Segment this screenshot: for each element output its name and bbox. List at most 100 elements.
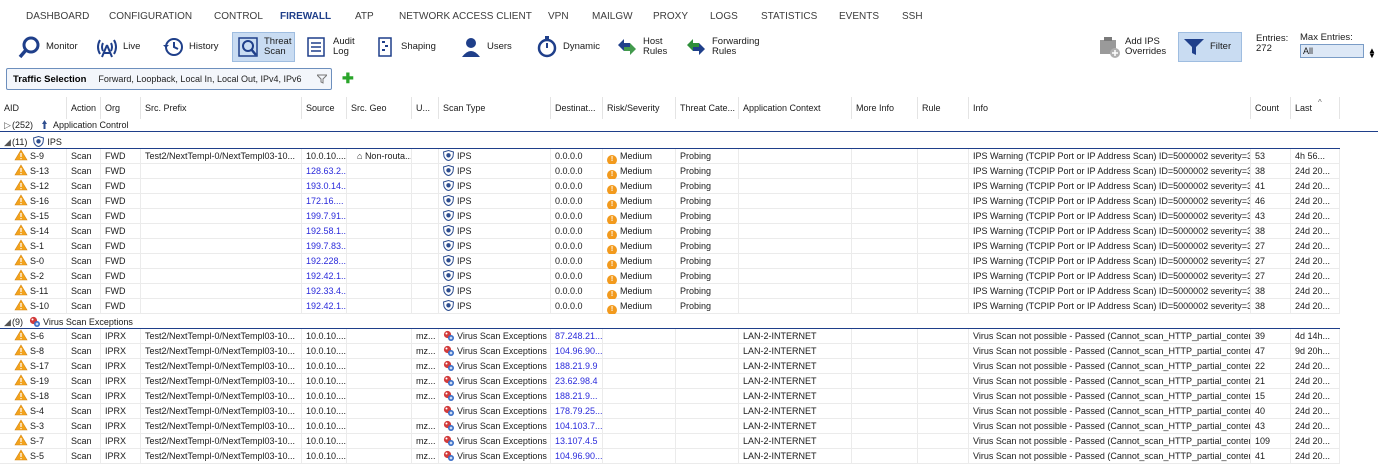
- cell-rule: [918, 239, 969, 254]
- table-row[interactable]: S-5 Scan IPRX Test2/NextTempl-0/NextTempl03…: [0, 449, 1340, 464]
- column-header-risk[interactable]: Risk/Severity: [603, 97, 676, 119]
- menu-dashboard[interactable]: DASHBOARD: [26, 11, 89, 22]
- table-row[interactable]: S-2 Scan FWD 192.42.1... IPS 0.0.0.0! Medium Pr…: [0, 269, 1340, 284]
- host-rules-button[interactable]: Host Rules: [612, 32, 670, 62]
- cell-app: LAN-2-INTERNET: [739, 374, 852, 389]
- column-header-u[interactable]: U...: [412, 97, 439, 119]
- cell-aid: S-18: [0, 389, 67, 404]
- column-header-source[interactable]: Source: [302, 97, 347, 119]
- table-row[interactable]: S-16 Scan FWD 172.16.... IPS 0.0.0.0! Medium Pr…: [0, 194, 1340, 209]
- table-row[interactable]: S-14 Scan FWD 192.58.1... IPS 0.0.0.0! Medium P…: [0, 224, 1340, 239]
- cell-geo-text: Non-routa...: [364, 151, 412, 161]
- audit-log-button[interactable]: Audit Log: [302, 32, 358, 62]
- cell-scan: Virus Scan Exceptions: [439, 419, 551, 434]
- cell-app-text: LAN-2-INTERNET: [743, 346, 817, 356]
- column-header-org[interactable]: Org: [101, 97, 141, 119]
- table-row[interactable]: S-18 Scan IPRX Test2/NextTempl-0/NextTempl0…: [0, 389, 1340, 404]
- column-header-geo[interactable]: Src. Geo: [347, 97, 412, 119]
- cell-scan: IPS: [439, 164, 551, 179]
- cell-prefix: Test2/NextTempl-0/NextTempl03-10...: [141, 344, 302, 359]
- table-row[interactable]: S-3 Scan IPRX Test2/NextTempl-0/NextTempl03…: [0, 419, 1340, 434]
- cell-count-text: 46: [1255, 196, 1266, 206]
- table-row[interactable]: S-15 Scan FWD 199.7.91... IPS 0.0.0.0! Medium P…: [0, 209, 1340, 224]
- column-header-threat[interactable]: Threat Cate...: [676, 97, 739, 119]
- table-row[interactable]: S-0 Scan FWD 192.228.... IPS 0.0.0.0! Medium Pr…: [0, 254, 1340, 269]
- menu-logs[interactable]: LOGS: [710, 11, 738, 22]
- cell-action: Scan: [67, 449, 101, 464]
- cell-scan: Virus Scan Exceptions: [439, 374, 551, 389]
- column-header-info[interactable]: Info: [969, 97, 1251, 119]
- cell-last-text: 24d 20...: [1295, 256, 1331, 266]
- stopwatch-icon: [535, 35, 559, 59]
- live-button[interactable]: Live: [92, 32, 143, 62]
- threat-scan-button[interactable]: Threat Scan: [232, 32, 296, 62]
- menu-mailgw[interactable]: MAILGW: [592, 11, 633, 22]
- max-entries-spinner[interactable]: ▲ ▼: [1368, 47, 1376, 60]
- cell-last: 24d 20...: [1291, 269, 1340, 284]
- cell-source: 10.0.10....: [302, 329, 347, 344]
- table-row[interactable]: S-4 Scan IPRX Test2/NextTempl-0/NextTempl03…: [0, 404, 1340, 419]
- menu-vpn[interactable]: VPN: [548, 11, 569, 22]
- menu-events[interactable]: EVENTS: [839, 11, 879, 22]
- cell-source: 10.0.10....: [302, 149, 347, 164]
- menu-ssh[interactable]: SSH: [902, 11, 923, 22]
- traffic-selection[interactable]: Traffic Selection Forward, Loopback, Loc…: [6, 68, 332, 90]
- cell-source: 10.0.10....: [302, 344, 347, 359]
- table-row[interactable]: S-10 Scan FWD 192.42.1... IPS 0.0.0.0! Medium P…: [0, 299, 1340, 314]
- column-header-rule[interactable]: Rule: [918, 97, 969, 119]
- cell-prefix-text: Test2/NextTempl-0/NextTempl03-10...: [145, 436, 296, 446]
- menu-network-access-client[interactable]: NETWORK ACCESS CLIENT: [399, 11, 532, 22]
- cell-org: IPRX: [101, 359, 141, 374]
- group-row-app-control[interactable]: ▷(252) Application Control: [0, 119, 1378, 132]
- filter-icon[interactable]: [315, 74, 329, 86]
- column-header-last[interactable]: Last: [1291, 97, 1340, 119]
- table-row[interactable]: S-9 Scan FWD Test2/NextTempl-0/NextTempl03-…: [0, 149, 1340, 164]
- column-header-more[interactable]: More Info: [852, 97, 918, 119]
- menu-control[interactable]: CONTROL: [214, 11, 263, 22]
- column-header-scan[interactable]: Scan Type: [439, 97, 551, 119]
- filter-button[interactable]: Filter: [1178, 32, 1242, 62]
- shaping-button[interactable]: Shaping: [370, 32, 439, 62]
- cell-action: Scan: [67, 164, 101, 179]
- cell-app-text: LAN-2-INTERNET: [743, 331, 817, 341]
- menu-proxy[interactable]: PROXY: [653, 11, 688, 22]
- add-ips-overrides-button[interactable]: Add IPS Overrides: [1094, 32, 1169, 62]
- expand-icon[interactable]: ▷: [0, 119, 11, 132]
- cell-prefix: Test2/NextTempl-0/NextTempl03-10...: [141, 419, 302, 434]
- menu-statistics[interactable]: STATISTICS: [761, 11, 817, 22]
- table-row[interactable]: S-11 Scan FWD 192.33.4... IPS 0.0.0.0! Medium P…: [0, 284, 1340, 299]
- monitor-button[interactable]: Monitor: [15, 32, 81, 62]
- column-header-prefix[interactable]: Src. Prefix: [141, 97, 302, 119]
- table-row[interactable]: S-8 Scan IPRX Test2/NextTempl-0/NextTempl03…: [0, 344, 1340, 359]
- column-header-count[interactable]: Count: [1251, 97, 1291, 119]
- menu-firewall[interactable]: FIREWALL: [280, 11, 331, 22]
- column-header-action[interactable]: Action: [67, 97, 101, 119]
- dynamic-button[interactable]: Dynamic: [532, 32, 603, 62]
- table-row[interactable]: S-19 Scan IPRX Test2/NextTempl-0/NextTempl0…: [0, 374, 1340, 389]
- column-header-dest[interactable]: Destinat...: [551, 97, 603, 119]
- cell-risk-text: Medium: [620, 241, 653, 251]
- cell-last: 24d 20...: [1291, 209, 1340, 224]
- cell-info: Virus Scan not possible - Passed (Cannot…: [969, 374, 1251, 389]
- add-icon[interactable]: ✚: [342, 70, 354, 87]
- menu-configuration[interactable]: CONFIGURATION: [109, 11, 192, 22]
- table-row[interactable]: S-17 Scan IPRX Test2/NextTempl-0/NextTempl0…: [0, 359, 1340, 374]
- cell-count-text: 27: [1255, 271, 1266, 281]
- history-button[interactable]: History: [158, 32, 222, 62]
- max-entries-select[interactable]: All: [1300, 44, 1364, 58]
- cell-u-text: mz...: [416, 421, 436, 431]
- table-row[interactable]: S-12 Scan FWD 193.0.14... IPS 0.0.0.0! Medium P…: [0, 179, 1340, 194]
- menu-atp[interactable]: ATP: [355, 11, 374, 22]
- column-header-aid[interactable]: AID: [0, 97, 67, 119]
- table-row[interactable]: S-6 Scan IPRX Test2/NextTempl-0/NextTempl03…: [0, 329, 1340, 344]
- forwarding-rules-button[interactable]: Forwarding Rules: [681, 32, 763, 62]
- table-row[interactable]: S-13 Scan FWD 128.63.2... IPS 0.0.0.0! Medium P…: [0, 164, 1340, 179]
- table-row[interactable]: S-7 Scan IPRX Test2/NextTempl-0/NextTempl03…: [0, 434, 1340, 449]
- cell-app: [739, 269, 852, 284]
- cell-aid-text: S-19: [30, 376, 50, 386]
- users-button[interactable]: Users: [456, 32, 515, 62]
- cell-threat: Probing: [676, 299, 739, 314]
- group-count: (252): [12, 120, 34, 130]
- table-row[interactable]: S-1 Scan FWD 199.7.83... IPS 0.0.0.0! Medium Pr…: [0, 239, 1340, 254]
- column-header-app[interactable]: Application Context: [739, 97, 852, 119]
